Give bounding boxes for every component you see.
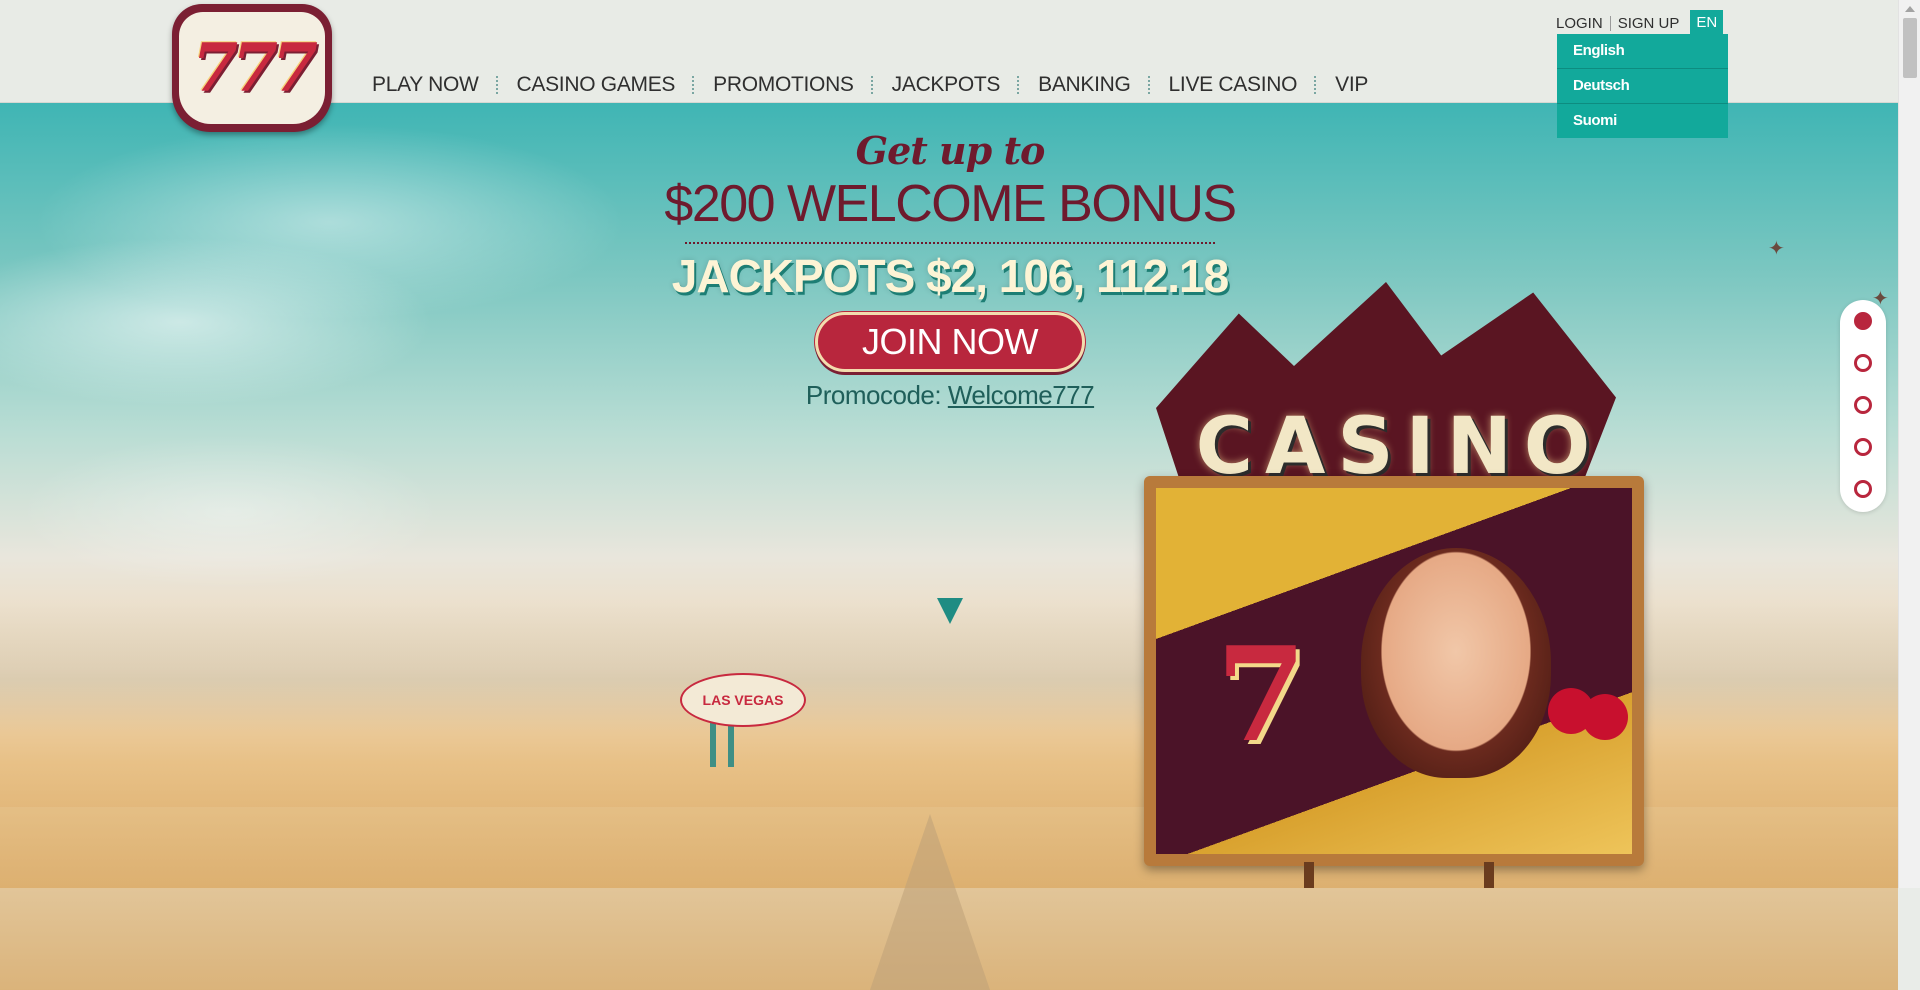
billboard-leg xyxy=(1304,862,1314,888)
nav-vip[interactable]: VIP xyxy=(1318,73,1385,97)
promocode-label: Promocode: xyxy=(805,380,942,410)
promo-divider xyxy=(685,242,1215,244)
promocode: Promocode: Welcome777 xyxy=(640,380,1260,411)
nav-jackpots[interactable]: JACKPOTS xyxy=(875,73,1017,97)
language-option-suomi[interactable]: Suomi xyxy=(1557,104,1728,138)
language-option-deutsch[interactable]: Deutsch xyxy=(1557,69,1728,104)
site-logo[interactable]: 777 xyxy=(172,4,332,132)
logo-badge: 777 xyxy=(179,12,325,124)
signup-link[interactable]: SIGN UP xyxy=(1611,15,1687,32)
login-link[interactable]: LOGIN xyxy=(1556,15,1610,32)
language-option-english[interactable]: English xyxy=(1557,34,1728,69)
scroll-thumb[interactable] xyxy=(1903,18,1917,78)
account-links: LOGIN SIGN UP EN xyxy=(1556,10,1724,36)
scroll-up-arrow-icon[interactable] xyxy=(1905,6,1915,12)
join-now-button[interactable]: JOIN NOW xyxy=(815,312,1085,372)
cherry-icon xyxy=(1548,688,1594,734)
slide-navigation xyxy=(1840,300,1886,512)
nav-casino-games[interactable]: CASINO GAMES xyxy=(500,73,693,97)
promocode-value[interactable]: Welcome777 xyxy=(948,380,1095,410)
slide-dot-3[interactable] xyxy=(1854,396,1872,414)
slide-dot-4[interactable] xyxy=(1854,438,1872,456)
casino-billboard: 7 xyxy=(1144,476,1644,866)
page-scrollbar[interactable] xyxy=(1898,0,1920,888)
billboard-leg xyxy=(1484,862,1494,888)
las-vegas-sign: LAS VEGAS xyxy=(680,645,806,769)
nav-play-now[interactable]: PLAY NOW xyxy=(372,73,496,97)
logo-text: 777 xyxy=(192,29,318,107)
slide-dot-1[interactable] xyxy=(1854,312,1872,330)
promo-welcome-bonus: $200 WELCOME BONUS xyxy=(664,175,1237,233)
main-nav: PLAY NOW CASINO GAMES PROMOTIONS JACKPOT… xyxy=(372,70,1385,100)
slot-seven-icon: 7 xyxy=(1216,618,1307,771)
jackpot-total: JACKPOTS $2, 106, 112.18 xyxy=(671,250,1229,302)
language-selector[interactable]: EN xyxy=(1690,10,1724,36)
desert-road xyxy=(870,814,990,990)
slide-dot-2[interactable] xyxy=(1854,354,1872,372)
woman-illustration xyxy=(1361,548,1551,778)
nav-banking[interactable]: BANKING xyxy=(1021,73,1147,97)
bird-icon: ✦ xyxy=(1768,238,1785,260)
slide-dot-5[interactable] xyxy=(1854,480,1872,498)
scroll-down-arrow-icon[interactable] xyxy=(937,598,963,624)
welcome-promo: Get up to $200 WELCOME BONUS JACKPOTS $2… xyxy=(640,128,1260,411)
nav-promotions[interactable]: PROMOTIONS xyxy=(696,73,871,97)
sign-board: LAS VEGAS xyxy=(680,673,806,727)
nav-live-casino[interactable]: LIVE CASINO xyxy=(1152,73,1315,97)
promo-get-up-to: Get up to xyxy=(855,128,1046,173)
language-dropdown: English Deutsch Suomi xyxy=(1557,34,1728,138)
vegas-sign-text: LAS VEGAS xyxy=(702,692,784,708)
billboard-panel: 7 xyxy=(1156,488,1632,854)
